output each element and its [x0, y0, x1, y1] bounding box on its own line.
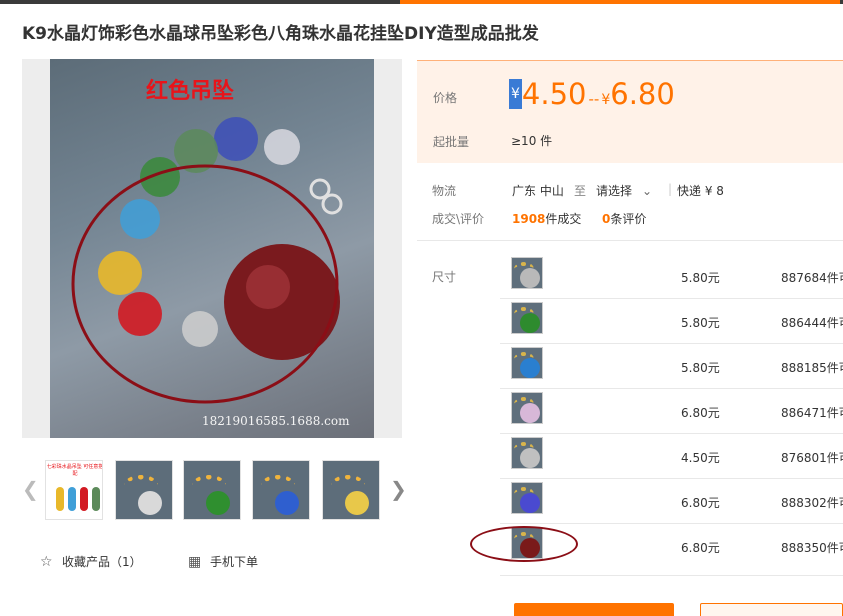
sku-row: 5.80元 888185件可售	[500, 344, 843, 389]
moq-value: ≥10 件	[511, 134, 553, 148]
thumbnail-caption: 七彩珠水晶吊坠 可任意搭配	[46, 464, 103, 477]
sku-price: 6.80元	[681, 406, 720, 420]
sku-stock: 888350件可售	[781, 541, 843, 555]
shipping-info: 物流 广东 中山 至 请选择 ⌄ | 快递 ¥ 8 成交\评价 1908件成交 0…	[417, 163, 843, 241]
main-product-image[interactable]: 红色吊坠 18219016585.1688.com	[22, 59, 402, 438]
product-photo: 红色吊坠 18219016585.1688.com	[50, 59, 374, 438]
destination-value: 请选择	[596, 184, 633, 198]
sku-swatch[interactable]	[511, 347, 543, 379]
pendant-illustration	[71, 117, 343, 404]
price-low: 4.50	[521, 77, 587, 111]
divider: |	[668, 182, 673, 196]
thumbnail-3[interactable]	[183, 460, 241, 520]
deal-count-suffix: 件成交	[545, 212, 582, 226]
sku-swatch[interactable]	[511, 302, 543, 334]
sku-price: 6.80元	[681, 541, 720, 555]
sku-row: 6.80元 888302件可售	[500, 479, 843, 524]
swatch-ball	[520, 493, 540, 513]
mobile-order-button[interactable]: ▦ 手机下单	[188, 553, 258, 570]
image-watermark: 18219016585.1688.com	[202, 414, 350, 428]
top-bar-accent	[400, 0, 840, 4]
thumb-ball	[138, 491, 162, 515]
bead-strand	[56, 487, 64, 511]
bead-strand	[68, 487, 76, 511]
chevron-down-icon: ⌄	[642, 184, 653, 198]
bead-strand	[92, 487, 100, 511]
thumbnail-strip: ❮ 七彩珠水晶吊坠 可任意搭配 ❯	[22, 460, 407, 520]
sku-row: 5.80元 887684件可售	[500, 254, 843, 299]
top-bar	[0, 0, 843, 4]
deal-count: 1908	[512, 212, 546, 226]
add-to-cart-button[interactable]	[700, 603, 843, 616]
utility-row: ☆ 收藏产品（1） ▦ 手机下单	[40, 553, 400, 571]
sku-price: 4.50元	[681, 451, 720, 465]
thumb-ball	[206, 491, 230, 515]
sku-price: 5.80元	[681, 361, 720, 375]
sku-row: 5.80元 886444件可售	[500, 299, 843, 344]
chevron-right-icon[interactable]: ❯	[390, 477, 407, 501]
sku-swatch[interactable]	[511, 437, 543, 469]
thumbnail-5[interactable]	[322, 460, 380, 520]
sku-swatch[interactable]	[511, 482, 543, 514]
sku-stock: 876801件可售	[781, 451, 843, 465]
annotation-circle	[470, 526, 578, 562]
destination-select[interactable]: 请选择 ⌄	[596, 182, 652, 199]
price-separator: --	[588, 90, 600, 108]
sku-price: 5.80元	[681, 316, 720, 330]
sku-price: 6.80元	[681, 496, 720, 510]
swatch-ball	[520, 403, 540, 423]
moq-label: 起批量	[433, 135, 470, 149]
chevron-left-icon[interactable]: ❮	[22, 477, 39, 501]
thumbnail-4[interactable]	[252, 460, 310, 520]
currency-symbol-selected[interactable]: ¥	[509, 79, 522, 109]
to-label: 至	[574, 184, 587, 198]
sku-stock: 888185件可售	[781, 361, 843, 375]
currency-symbol: ¥	[601, 92, 611, 108]
sku-swatch[interactable]	[511, 257, 543, 289]
thumb-ball	[275, 491, 299, 515]
swatch-ball	[520, 358, 540, 378]
thumbnail-2[interactable]	[115, 460, 173, 520]
swatch-ball	[520, 448, 540, 468]
sku-stock: 886471件可售	[781, 406, 843, 420]
sku-price: 5.80元	[681, 271, 720, 285]
size-label: 尺寸	[432, 270, 457, 284]
swatch-ball	[520, 313, 540, 333]
origin-city: 广东 中山	[512, 184, 564, 198]
logistics-label: 物流	[432, 184, 457, 198]
thumbnail-1[interactable]: 七彩珠水晶吊坠 可任意搭配	[45, 460, 103, 520]
mobile-order-label: 手机下单	[210, 555, 259, 569]
price-high: 6.80	[610, 77, 675, 111]
buy-now-button[interactable]	[514, 603, 674, 616]
sku-row: 6.80元 886471件可售	[500, 389, 843, 434]
sku-row: 4.50元 876801件可售	[500, 434, 843, 479]
sku-stock: 887684件可售	[781, 271, 843, 285]
qr-code-icon: ▦	[188, 554, 202, 570]
price-range: ¥4.50 -- ¥6.80	[509, 79, 675, 109]
image-caption: 红色吊坠	[146, 79, 235, 104]
sku-swatch[interactable]	[511, 392, 543, 424]
review-count-suffix: 条评价	[610, 212, 647, 226]
bead-strand	[80, 487, 88, 511]
deals-label: 成交\评价	[432, 212, 485, 226]
price-panel: 价格 ¥4.50 -- ¥6.80 起批量 ≥10 件	[417, 60, 843, 163]
reviews-link[interactable]: 0条评价	[602, 210, 646, 227]
swatch-ball	[520, 268, 540, 288]
thumb-ball	[345, 491, 369, 515]
product-title: K9水晶灯饰彩色水晶球吊坠彩色八角珠水晶花挂坠DIY造型成品批发	[22, 24, 539, 44]
star-icon: ☆	[40, 554, 53, 570]
favorite-label: 收藏产品（1）	[62, 555, 142, 569]
deal-count-group: 1908件成交	[512, 210, 581, 227]
sku-stock: 886444件可售	[781, 316, 843, 330]
express-fee: 快递 ¥ 8	[677, 184, 724, 198]
price-label: 价格	[433, 91, 458, 105]
favorite-button[interactable]: ☆ 收藏产品（1）	[40, 553, 142, 570]
sku-stock: 888302件可售	[781, 496, 843, 510]
